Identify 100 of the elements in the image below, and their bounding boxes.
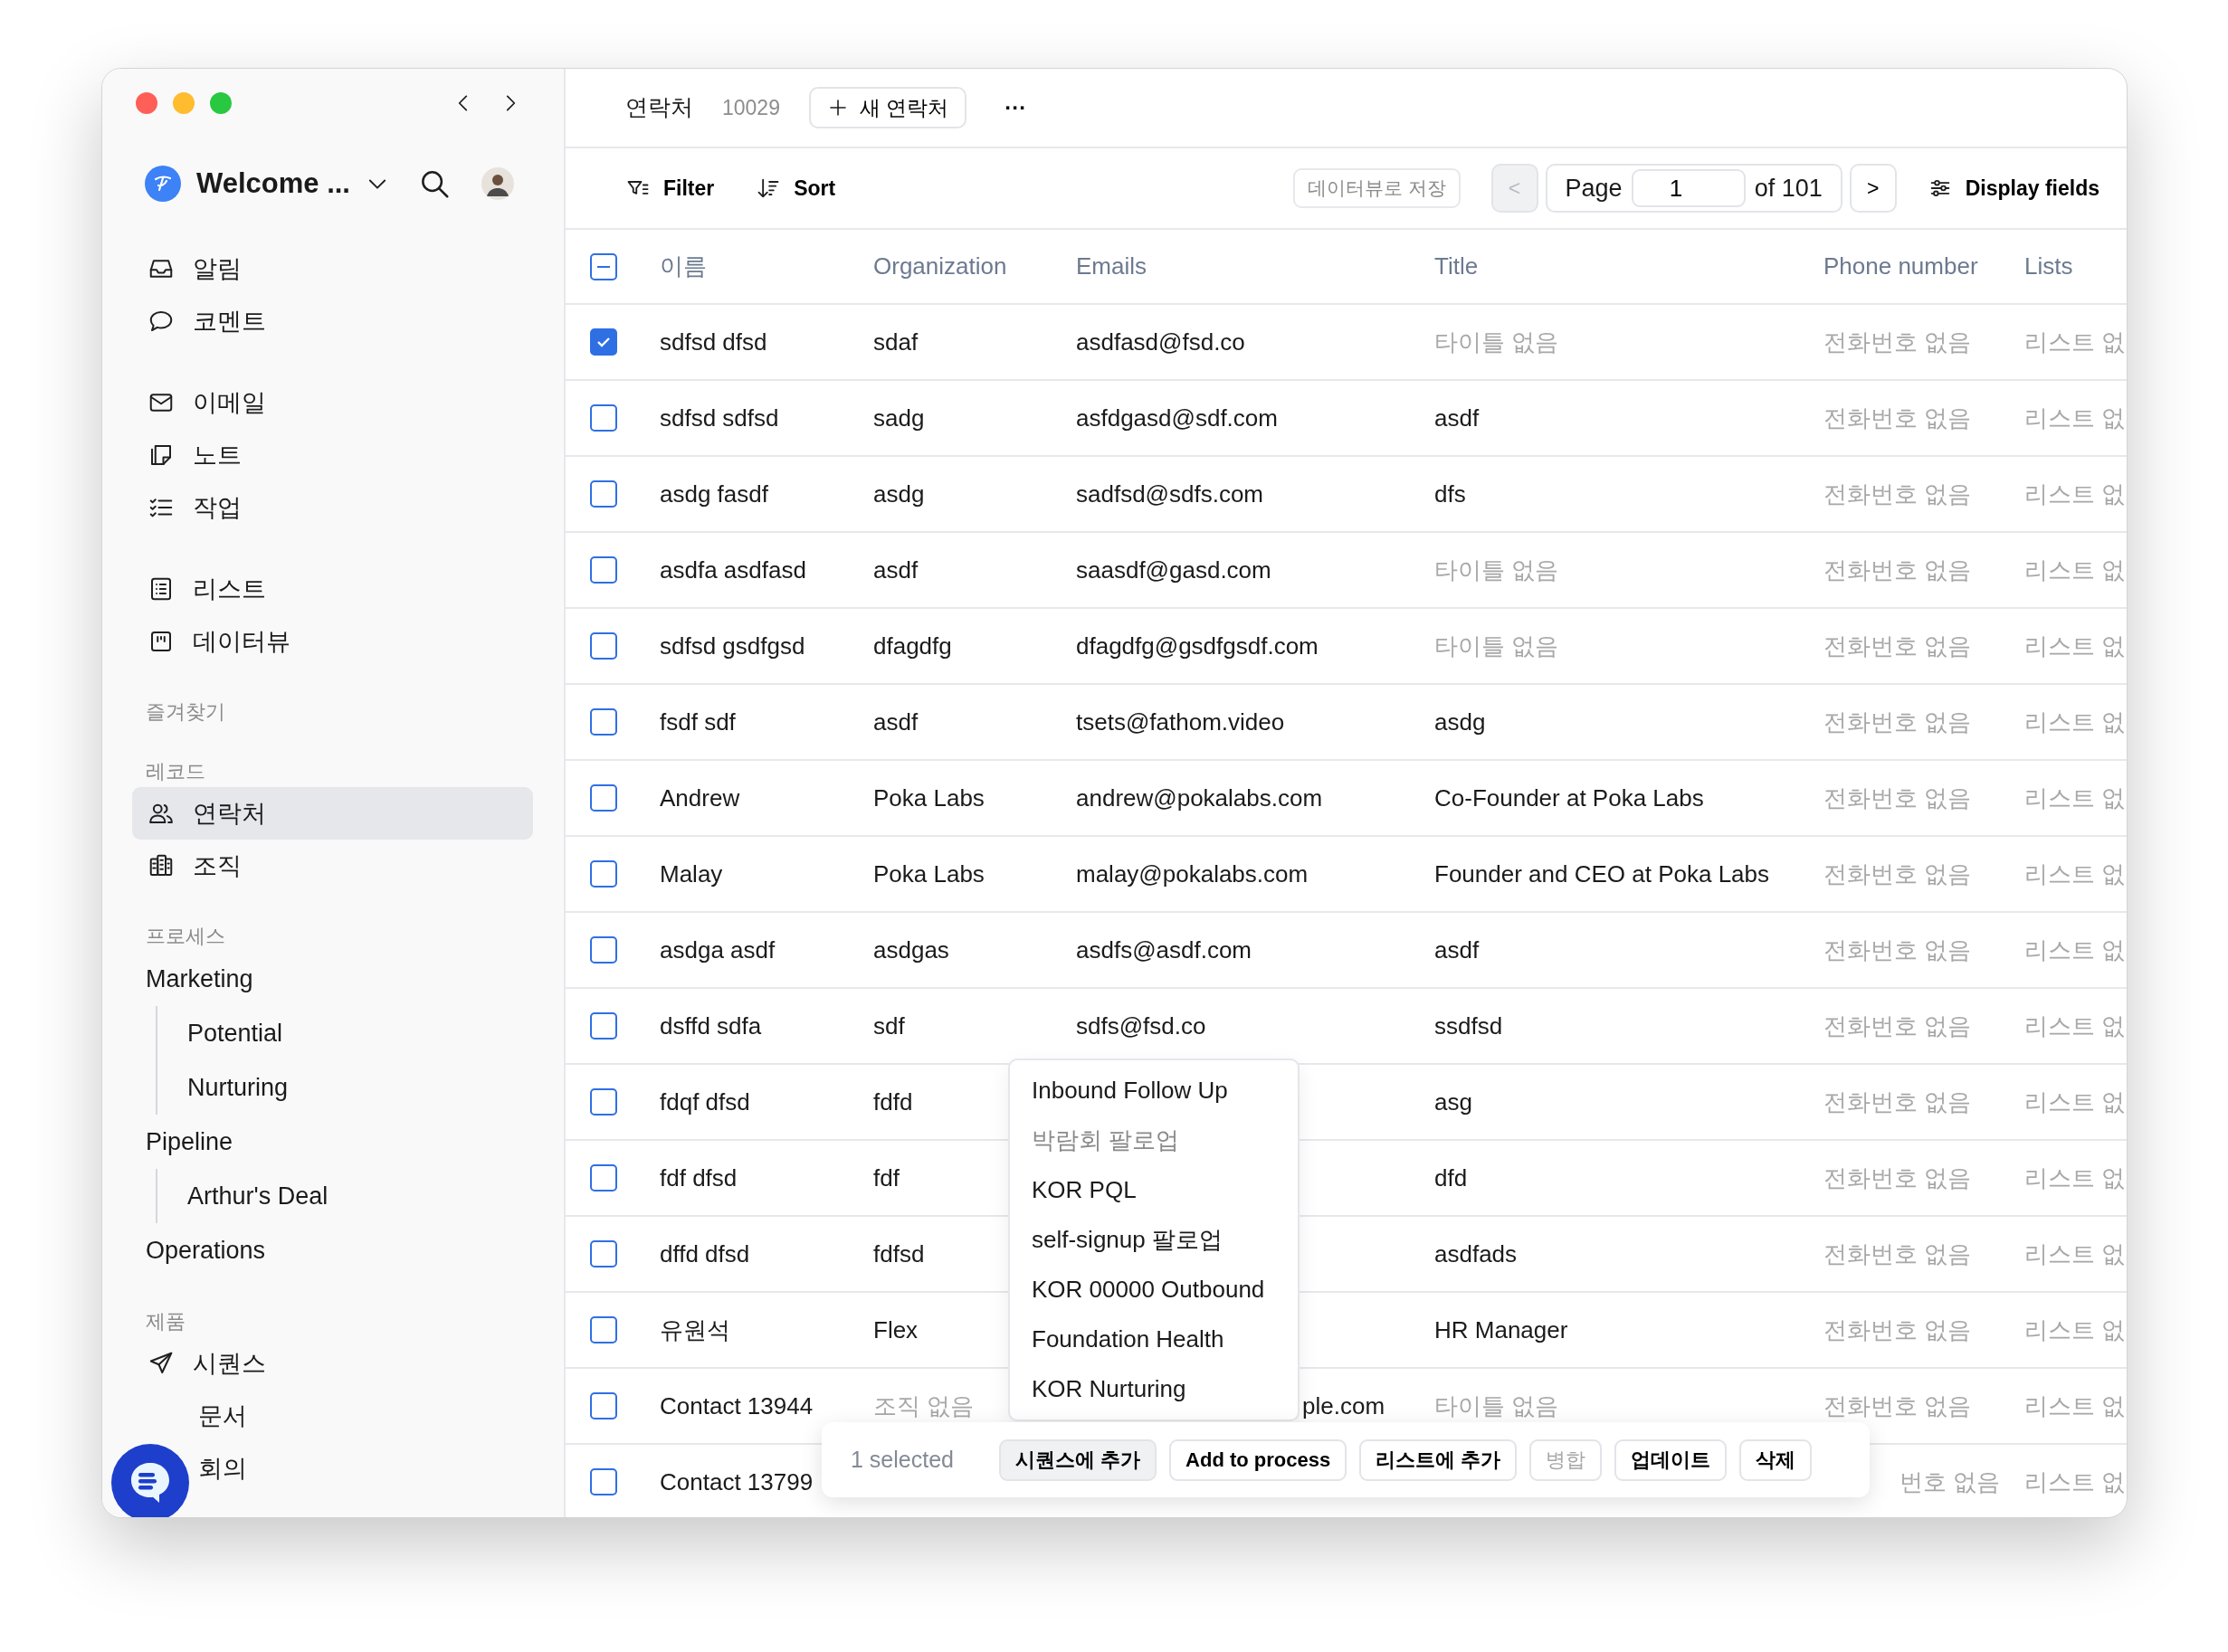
menu-item[interactable]: KOR 00000 Outbound — [1010, 1265, 1298, 1315]
column-header[interactable]: Lists — [2019, 230, 2127, 303]
table-cell-text: dffd dfsd — [660, 1239, 750, 1269]
table-cell-text: Poka Labs — [873, 859, 985, 889]
table-cell-text: 리스트 없 — [2024, 1391, 2126, 1421]
table-cell-text: Contact 13799 — [660, 1467, 814, 1497]
table-cell-text: dfs — [1434, 479, 1466, 509]
table-cell-text: 조직 없음 — [873, 1391, 975, 1421]
table-cell-text: 리스트 없 — [2024, 403, 2126, 433]
table-cell-text: sdfsd gsdfgsd — [660, 631, 805, 661]
table-cell-text: fsdf sdf — [660, 707, 736, 737]
table-cell-text: 리스트 없 — [2024, 1467, 2126, 1497]
table-cell-text: 전화번호 없음 — [1823, 707, 1972, 737]
row-checkbox[interactable] — [590, 708, 617, 736]
table-cell-text: 유원석 — [660, 1315, 730, 1345]
table-cell-text: sadfsd@sdfs.com — [1076, 479, 1264, 509]
sidebar-item[interactable]: 작업 — [132, 481, 533, 534]
page-input[interactable]: 1 — [1631, 169, 1746, 207]
table-cell-text: fdf dfsd — [660, 1163, 738, 1193]
menu-item[interactable]: Foundation Health — [1010, 1315, 1298, 1364]
table-cell-text: asdg — [873, 479, 925, 509]
table-cell-text: 전화번호 없음 — [1823, 935, 1972, 965]
row-checkbox[interactable] — [590, 860, 617, 888]
row-checkbox[interactable] — [590, 556, 617, 584]
action-button[interactable]: 업데이트 — [1614, 1438, 1728, 1481]
sidebar-item[interactable]: Operations — [132, 1223, 533, 1277]
table-cell-text: asdf — [1434, 935, 1480, 965]
sidebar-item[interactable]: 조직 — [132, 840, 533, 892]
table-cell-text: sdfsd dfsd — [660, 327, 767, 357]
row-checkbox[interactable] — [590, 1468, 617, 1495]
action-button[interactable]: 시퀀스에 추가 — [998, 1438, 1157, 1481]
sidebar-item[interactable]: 데이터뷰 — [132, 615, 533, 668]
table-cell-text: asdg fasdf — [660, 479, 768, 509]
sidebar-item[interactable]: 이메일 — [132, 376, 533, 429]
table-cell-text: sdfsd sdfsd — [660, 403, 779, 433]
table-cell-text: 리스트 없 — [2024, 859, 2126, 889]
sidebar-item[interactable]: 시퀀스 — [132, 1337, 533, 1390]
table-cell-text: sdf — [873, 1011, 905, 1041]
row-checkbox[interactable] — [590, 480, 617, 508]
table-cell-text: 리스트 없 — [2024, 935, 2126, 965]
column-header[interactable]: Title — [1420, 230, 1809, 303]
sidebar-item[interactable]: Potential — [176, 1006, 533, 1060]
table-cell-text: asdf — [1434, 403, 1480, 433]
sidebar-item[interactable]: Arthur's Deal — [176, 1169, 533, 1223]
next-page-button[interactable]: > — [1849, 164, 1897, 213]
column-header[interactable]: Organization — [859, 230, 1062, 303]
row-checkbox[interactable] — [590, 1012, 617, 1040]
sidebar-item[interactable]: 노트 — [132, 429, 533, 481]
table-cell-text: 리스트 없 — [2024, 1315, 2126, 1345]
display-fields-button[interactable]: Display fields — [1927, 172, 2099, 204]
select-all-checkbox[interactable] — [590, 252, 617, 280]
table-cell-text: asdf — [873, 707, 919, 737]
more-button[interactable]: ··· — [999, 90, 1033, 125]
sidebar-item[interactable]: Nurturing — [176, 1060, 533, 1115]
menu-item[interactable]: self-signup 팔로업 — [1010, 1215, 1298, 1265]
column-header[interactable]: 이름 — [645, 230, 859, 303]
new-contact-button[interactable]: 새 연락처 — [808, 87, 967, 128]
sidebar-item[interactable]: 코멘트 — [132, 295, 533, 347]
row-checkbox[interactable] — [590, 936, 617, 964]
column-header[interactable]: Phone number — [1809, 230, 2019, 303]
row-checkbox[interactable] — [590, 1088, 617, 1116]
row-checkbox[interactable] — [590, 1164, 617, 1192]
sidebar-item[interactable]: 알림 — [132, 242, 533, 295]
menu-item[interactable]: KOR Nurturing — [1010, 1364, 1298, 1414]
row-checkbox[interactable] — [590, 1240, 617, 1267]
table-cell-text: 전화번호 없음 — [1823, 783, 1972, 813]
table-cell-text: 전화번호 없음 — [1823, 403, 1972, 433]
sidebar-item[interactable]: 리스트 — [132, 563, 533, 615]
sidebar-item[interactable]: 문서 — [198, 1390, 247, 1442]
sidebar-item[interactable]: Marketing — [132, 952, 533, 1006]
table-cell-text: fdqf dfsd — [660, 1087, 750, 1117]
close-button[interactable] — [136, 92, 157, 114]
action-button[interactable]: 삭제 — [1739, 1438, 1813, 1481]
sidebar-item[interactable]: Pipeline — [132, 1115, 533, 1169]
row-checkbox[interactable] — [590, 404, 617, 432]
table-cell-text: 리스트 없 — [2024, 479, 2126, 509]
table-cell-text: ssdfsd — [1434, 1011, 1503, 1041]
row-checkbox[interactable] — [590, 784, 617, 812]
action-button[interactable]: Add to process — [1169, 1438, 1347, 1481]
section-label: 제품 — [145, 1309, 186, 1334]
table-cell-text: asdfads — [1434, 1239, 1518, 1269]
row-checkbox[interactable] — [590, 328, 617, 356]
menu-item[interactable]: KOR PQL — [1010, 1165, 1298, 1215]
menu-item[interactable]: Inbound Follow Up — [1010, 1066, 1298, 1116]
table-cell-text: asg — [1434, 1087, 1472, 1117]
sort-button[interactable]: Sort — [756, 172, 836, 204]
table-cell-text: Contact 13944 — [660, 1391, 814, 1421]
avatar-icon — [481, 167, 514, 200]
action-button[interactable]: 리스트에 추가 — [1359, 1438, 1518, 1481]
workspace-name[interactable]: Welcome ... — [196, 162, 350, 205]
table-cell-text: asdga asdf — [660, 935, 776, 965]
row-checkbox[interactable] — [590, 632, 617, 660]
filter-button[interactable]: Filter — [625, 172, 715, 204]
table-cell-text: Flex — [873, 1315, 919, 1345]
row-checkbox[interactable] — [590, 1392, 617, 1419]
sidebar-item[interactable]: 연락처 — [132, 787, 533, 840]
row-checkbox[interactable] — [590, 1316, 617, 1343]
column-header[interactable]: Emails — [1062, 230, 1420, 303]
table-cell-text: 전화번호 없음 — [1823, 555, 1972, 585]
sidebar-item[interactable]: 회의 — [198, 1442, 247, 1495]
